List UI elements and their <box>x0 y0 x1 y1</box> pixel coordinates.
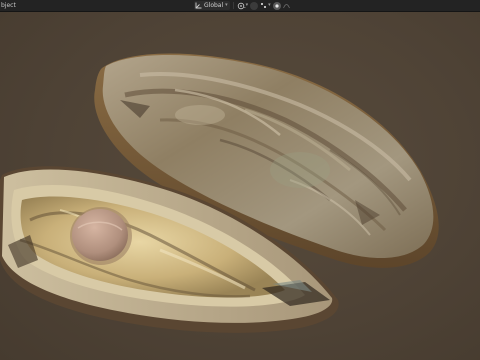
snap-chevron-icon: ▾ <box>268 2 271 8</box>
proportional-falloff-icon <box>282 2 290 9</box>
blender-window: bject Global ▾ ▾ ▾ <box>0 0 480 360</box>
transform-orientation-icon <box>195 2 202 9</box>
chevron-down-icon: ▾ <box>225 2 228 8</box>
snap-increment-dropdown[interactable]: ▾ <box>260 1 271 10</box>
header-separator <box>232 2 234 9</box>
viewport-header: bject Global ▾ ▾ ▾ <box>0 0 480 12</box>
proportional-edit-icon <box>272 1 281 10</box>
transform-orientation-label: Global <box>204 2 224 9</box>
pivot-point-button[interactable]: ▾ <box>237 1 249 10</box>
pivot-point-icon <box>237 2 246 10</box>
pivot-chevron-icon: ▾ <box>245 2 249 8</box>
snap-toggle[interactable] <box>250 1 259 10</box>
adductor-muscle <box>72 209 128 261</box>
snap-increment-icon <box>260 2 268 10</box>
proportional-falloff-dropdown[interactable] <box>282 1 290 10</box>
snap-icon <box>250 1 259 10</box>
object-menu[interactable]: bject <box>1 1 16 10</box>
transform-toolbar: Global ▾ ▾ ▾ <box>194 1 290 10</box>
3d-viewport[interactable] <box>0 12 480 360</box>
transform-orientation-dropdown[interactable]: Global ▾ <box>194 1 230 10</box>
proportional-edit-toggle[interactable] <box>272 1 281 10</box>
